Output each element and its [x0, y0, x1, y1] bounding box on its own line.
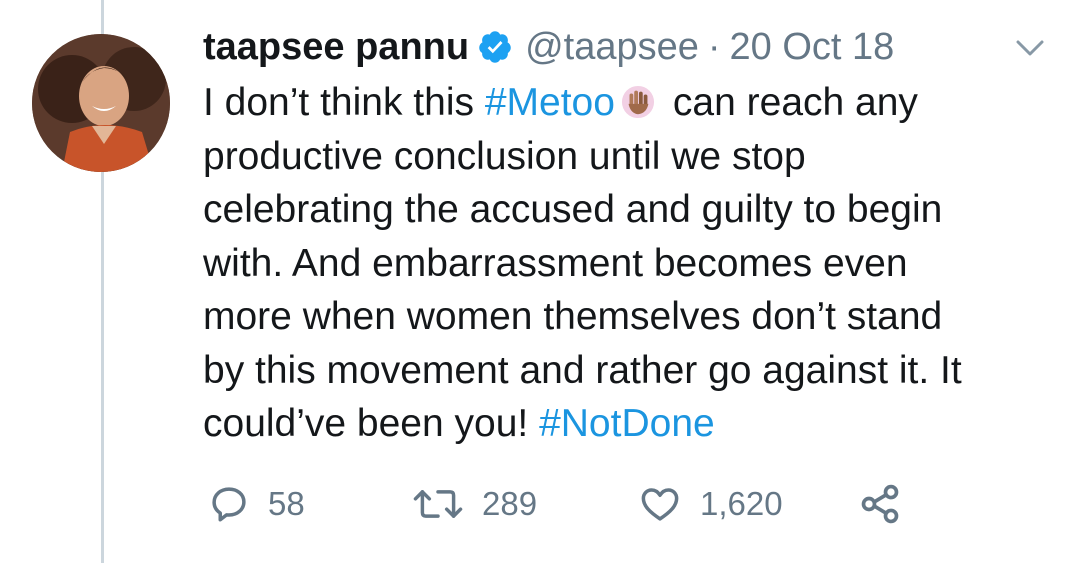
like-count: 1,620	[700, 485, 783, 522]
tweet-text-segment: could’ve been you!	[203, 402, 540, 445]
speech-bubble-icon	[212, 487, 246, 522]
like-button[interactable]: 1,620	[638, 478, 783, 530]
tweet-text-segment: I don’t think this	[203, 81, 485, 124]
tweet-text-segment: can reach any	[672, 81, 918, 124]
hashtag-link[interactable]: #NotDone	[539, 402, 715, 445]
tweet-text-line: could’ve been you! #NotDone	[203, 397, 1053, 451]
tweet-header: taapsee pannu @taapsee · 20 Oct 18	[203, 22, 894, 72]
reply-button[interactable]: 58	[208, 478, 305, 530]
verified-badge-icon	[479, 31, 511, 63]
share-button[interactable]	[858, 478, 902, 530]
tweet-text-line: celebrating the accused and guilty to be…	[203, 188, 943, 231]
heart-icon	[641, 488, 679, 521]
share-nodes-icon	[861, 484, 899, 524]
chevron-down-icon[interactable]	[1010, 34, 1050, 62]
raised-hand-emoji-icon	[621, 85, 654, 119]
tweet-text-line: productive conclusion until we stop	[203, 134, 806, 178]
avatar[interactable]	[32, 34, 170, 172]
reply-count: 58	[268, 485, 305, 522]
hashtag-link[interactable]: #Metoo	[485, 81, 615, 124]
retweet-arrows-icon	[413, 490, 463, 518]
header-separator: ·	[707, 26, 721, 68]
handle[interactable]: @taapsee	[525, 22, 699, 72]
tweet-date[interactable]: 20 Oct 18	[730, 22, 895, 72]
display-name[interactable]: taapsee pannu	[203, 22, 469, 72]
avatar-image	[32, 34, 170, 172]
tweet-text-line: I don’t think this #Metoo can reach any	[203, 76, 1053, 130]
retweet-count: 289	[482, 485, 538, 522]
retweet-button[interactable]: 289	[412, 478, 537, 530]
tweet-text-line: by this movement and rather go against i…	[203, 348, 962, 392]
tweet-text-line: with. And embarrassment becomes even	[203, 241, 908, 285]
tweet-text: I don’t think this #Metoo can reach any …	[203, 76, 1053, 451]
tweet-text-line: more when women themselves don’t stand	[203, 295, 943, 338]
